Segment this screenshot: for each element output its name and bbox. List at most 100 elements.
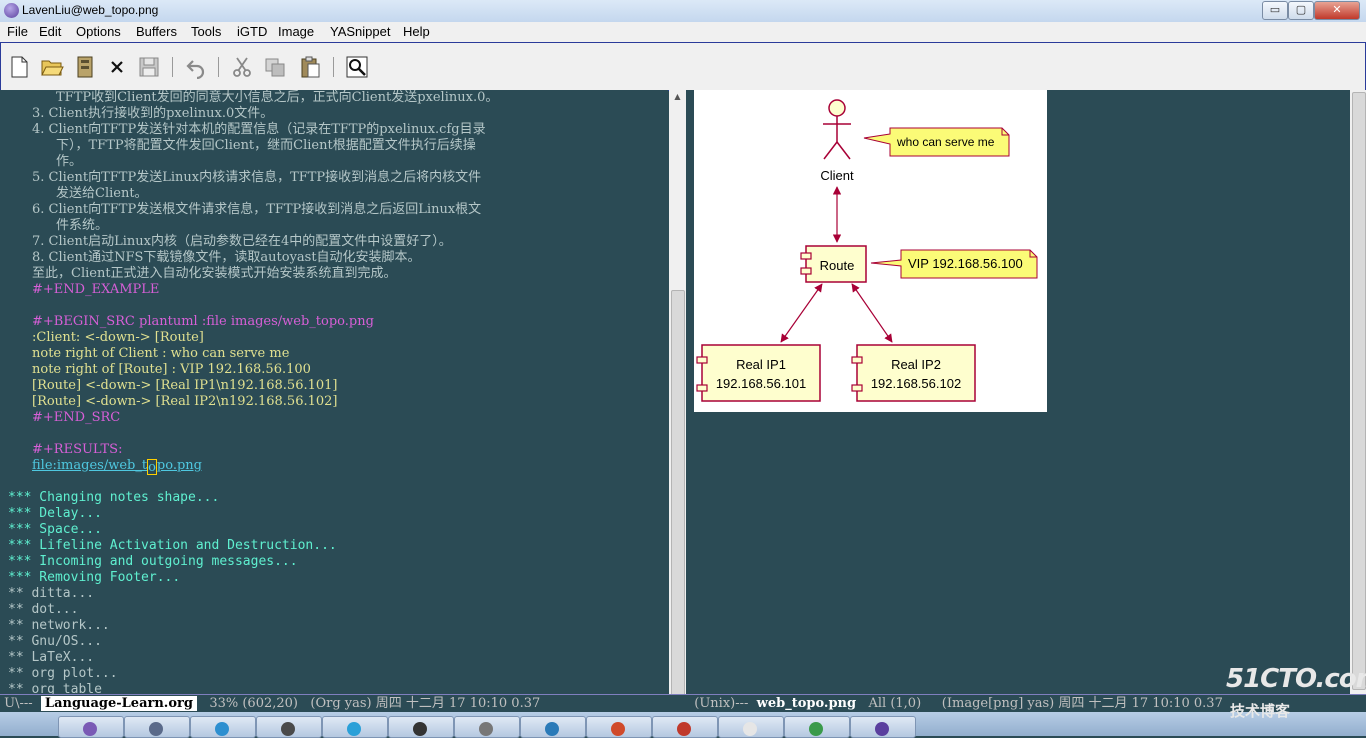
toolbar-separator bbox=[218, 57, 219, 77]
taskbar-button[interactable] bbox=[586, 716, 652, 738]
taskbar-button[interactable] bbox=[322, 716, 388, 738]
minimize-button[interactable]: ▭ bbox=[1262, 1, 1288, 20]
app-icon bbox=[281, 722, 295, 736]
maximize-button[interactable]: ▢ bbox=[1288, 1, 1314, 20]
taskbar-button[interactable] bbox=[652, 716, 718, 738]
editor-line[interactable]: #+BEGIN_SRC plantuml :file images/web_to… bbox=[32, 314, 374, 330]
toolbar-separator bbox=[333, 57, 334, 77]
taskbar-button[interactable] bbox=[718, 716, 784, 738]
app-icon bbox=[611, 722, 625, 736]
editor-line[interactable]: 6. Client向TFTP发送根文件请求信息，TFTP接收到消息之后返回Lin… bbox=[32, 202, 481, 218]
mode-line-buffer-name[interactable]: web_topo.png bbox=[757, 696, 856, 711]
app-icon bbox=[743, 722, 757, 736]
copy-icon[interactable] bbox=[263, 55, 287, 79]
menu-edit[interactable]: Edit bbox=[39, 24, 61, 39]
menu-tools[interactable]: Tools bbox=[191, 24, 221, 39]
editor-line[interactable]: TFTP收到Client发回的同意大小信息之后，正式向Client发送pxeli… bbox=[56, 90, 498, 106]
window-titlebar: LavenLiu@web_topo.png ▭ ▢ ✕ bbox=[0, 0, 1366, 23]
editor-line[interactable]: #+RESULTS: bbox=[32, 442, 122, 458]
close-buffer-icon[interactable] bbox=[105, 55, 129, 79]
search-icon[interactable] bbox=[345, 55, 369, 79]
editor-line[interactable]: 8. Client通过NFS下载镜像文件，读取autoyast自动化安装脚本。 bbox=[32, 250, 421, 266]
menu-image[interactable]: Image bbox=[278, 24, 314, 39]
plantuml-diagram: Client who can serve me Route VIP 192.16… bbox=[694, 90, 1047, 412]
editor-line[interactable]: 5. Client向TFTP发送Linux内核请求信息，TFTP接收到消息之后将… bbox=[32, 170, 481, 186]
editor-line[interactable]: ** Gnu/OS... bbox=[8, 634, 102, 650]
editor-pane-left[interactable]: TFTP收到Client发回的同意大小信息之后，正式向Client发送pxeli… bbox=[0, 90, 668, 694]
mode-line-info: 33% (602,20) (Org yas) 周四 十二月 17 10:10 0… bbox=[196, 696, 541, 711]
editor-line[interactable]: 至此，Client正式进入自动化安装模式开始安装系统直到完成。 bbox=[32, 266, 397, 282]
cut-icon[interactable] bbox=[230, 55, 254, 79]
editor-line[interactable]: 3. Client执行接收到的pxelinux.0文件。 bbox=[32, 106, 273, 122]
editor-line[interactable]: *** Changing notes shape... bbox=[8, 490, 219, 506]
editor-line[interactable]: *** Removing Footer... bbox=[8, 570, 180, 586]
taskbar-button[interactable] bbox=[520, 716, 586, 738]
menu-help[interactable]: Help bbox=[403, 24, 430, 39]
editor-line[interactable]: file:images/web_topo.png bbox=[32, 458, 202, 475]
editor-line[interactable]: 发送给Client。 bbox=[56, 186, 148, 202]
app-icon bbox=[545, 722, 559, 736]
scroll-up-arrow-icon[interactable]: ▲ bbox=[672, 92, 683, 102]
editor-line[interactable]: 作。 bbox=[56, 154, 82, 170]
left-vertical-scrollbar[interactable]: ▲ bbox=[669, 90, 686, 696]
editor-line[interactable]: note right of [Route] : VIP 192.168.56.1… bbox=[32, 362, 311, 378]
taskbar-button[interactable] bbox=[388, 716, 454, 738]
new-file-icon[interactable] bbox=[7, 55, 31, 79]
editor-line[interactable]: ** network... bbox=[8, 618, 110, 634]
mode-line-state: (Unix)--- bbox=[686, 696, 757, 711]
real-ip2-name: Real IP2 bbox=[891, 357, 941, 372]
editor-line[interactable]: [Route] <-down-> [Real IP1\n192.168.56.1… bbox=[32, 378, 337, 394]
editor-line[interactable]: 件系统。 bbox=[56, 218, 108, 234]
save-icon[interactable] bbox=[137, 55, 161, 79]
taskbar-button[interactable] bbox=[784, 716, 850, 738]
scrollbar-thumb[interactable] bbox=[671, 290, 685, 696]
editor-line[interactable]: [Route] <-down-> [Real IP2\n192.168.56.1… bbox=[32, 394, 337, 410]
emacs-app-icon bbox=[4, 3, 19, 18]
menu-igtd[interactable]: iGTD bbox=[237, 24, 267, 39]
editor-line[interactable]: *** Lifeline Activation and Destruction.… bbox=[8, 538, 337, 554]
editor-line[interactable]: note right of Client : who can serve me bbox=[32, 346, 289, 362]
menu-yasnippet[interactable]: YASnippet bbox=[330, 24, 390, 39]
editor-line[interactable]: ** org table bbox=[8, 682, 102, 694]
route-label: Route bbox=[820, 258, 855, 273]
close-window-button[interactable]: ✕ bbox=[1314, 1, 1360, 20]
menu-options[interactable]: Options bbox=[76, 24, 121, 39]
editor-line[interactable]: *** Delay... bbox=[8, 506, 102, 522]
menu-buffers[interactable]: Buffers bbox=[136, 24, 177, 39]
real-ip2-address: 192.168.56.102 bbox=[871, 376, 961, 391]
menu-file[interactable]: File bbox=[7, 24, 28, 39]
editor-line[interactable]: 下），TFTP将配置文件发回Client，继而Client根据配置文件执行后续操 bbox=[56, 138, 476, 154]
app-icon bbox=[479, 722, 493, 736]
editor-line[interactable]: ** dot... bbox=[8, 602, 78, 618]
watermark-logo: 51CTO.com 技术博客 bbox=[1226, 664, 1366, 724]
taskbar-button[interactable] bbox=[454, 716, 520, 738]
editor-line[interactable]: 7. Client启动Linux内核（启动参数已经在4中的配置文件中设置好了）。 bbox=[32, 234, 452, 250]
app-icon bbox=[149, 722, 163, 736]
taskbar-button[interactable] bbox=[124, 716, 190, 738]
editor-line[interactable]: #+END_EXAMPLE bbox=[32, 282, 159, 298]
image-viewer-pane[interactable]: Client who can serve me Route VIP 192.16… bbox=[686, 90, 1350, 694]
editor-line[interactable]: *** Incoming and outgoing messages... bbox=[8, 554, 298, 570]
editor-line[interactable]: #+END_SRC bbox=[32, 410, 120, 426]
mode-line-info: All (1,0) (Image[png] yas) 周四 十二月 17 10:… bbox=[856, 696, 1223, 711]
scrollbar-thumb[interactable] bbox=[1352, 92, 1366, 690]
undo-icon[interactable] bbox=[184, 55, 208, 80]
right-vertical-scrollbar[interactable]: ▲ bbox=[1350, 90, 1366, 694]
taskbar-button[interactable] bbox=[256, 716, 322, 738]
editor-line[interactable]: 4. Client向TFTP发送针对本机的配置信息（记录在TFTP的pxelin… bbox=[32, 122, 486, 138]
open-directory-icon[interactable] bbox=[73, 55, 97, 79]
taskbar-button[interactable] bbox=[850, 716, 916, 738]
editor-line[interactable]: ** ditta... bbox=[8, 586, 94, 602]
taskbar-button[interactable] bbox=[190, 716, 256, 738]
app-icon bbox=[809, 722, 823, 736]
paste-icon[interactable] bbox=[298, 55, 322, 79]
editor-line[interactable]: ** org plot... bbox=[8, 666, 118, 682]
toolbar bbox=[0, 42, 1366, 91]
watermark-line2: 技术博客 bbox=[1230, 702, 1291, 720]
editor-line[interactable]: ** LaTeX... bbox=[8, 650, 94, 666]
editor-line[interactable]: *** Space... bbox=[8, 522, 102, 538]
taskbar-button[interactable] bbox=[58, 716, 124, 738]
mode-line-buffer-name[interactable]: Language-Learn.org bbox=[40, 696, 197, 711]
open-folder-icon[interactable] bbox=[40, 55, 64, 79]
editor-line[interactable]: :Client: <-down-> [Route] bbox=[32, 330, 204, 346]
